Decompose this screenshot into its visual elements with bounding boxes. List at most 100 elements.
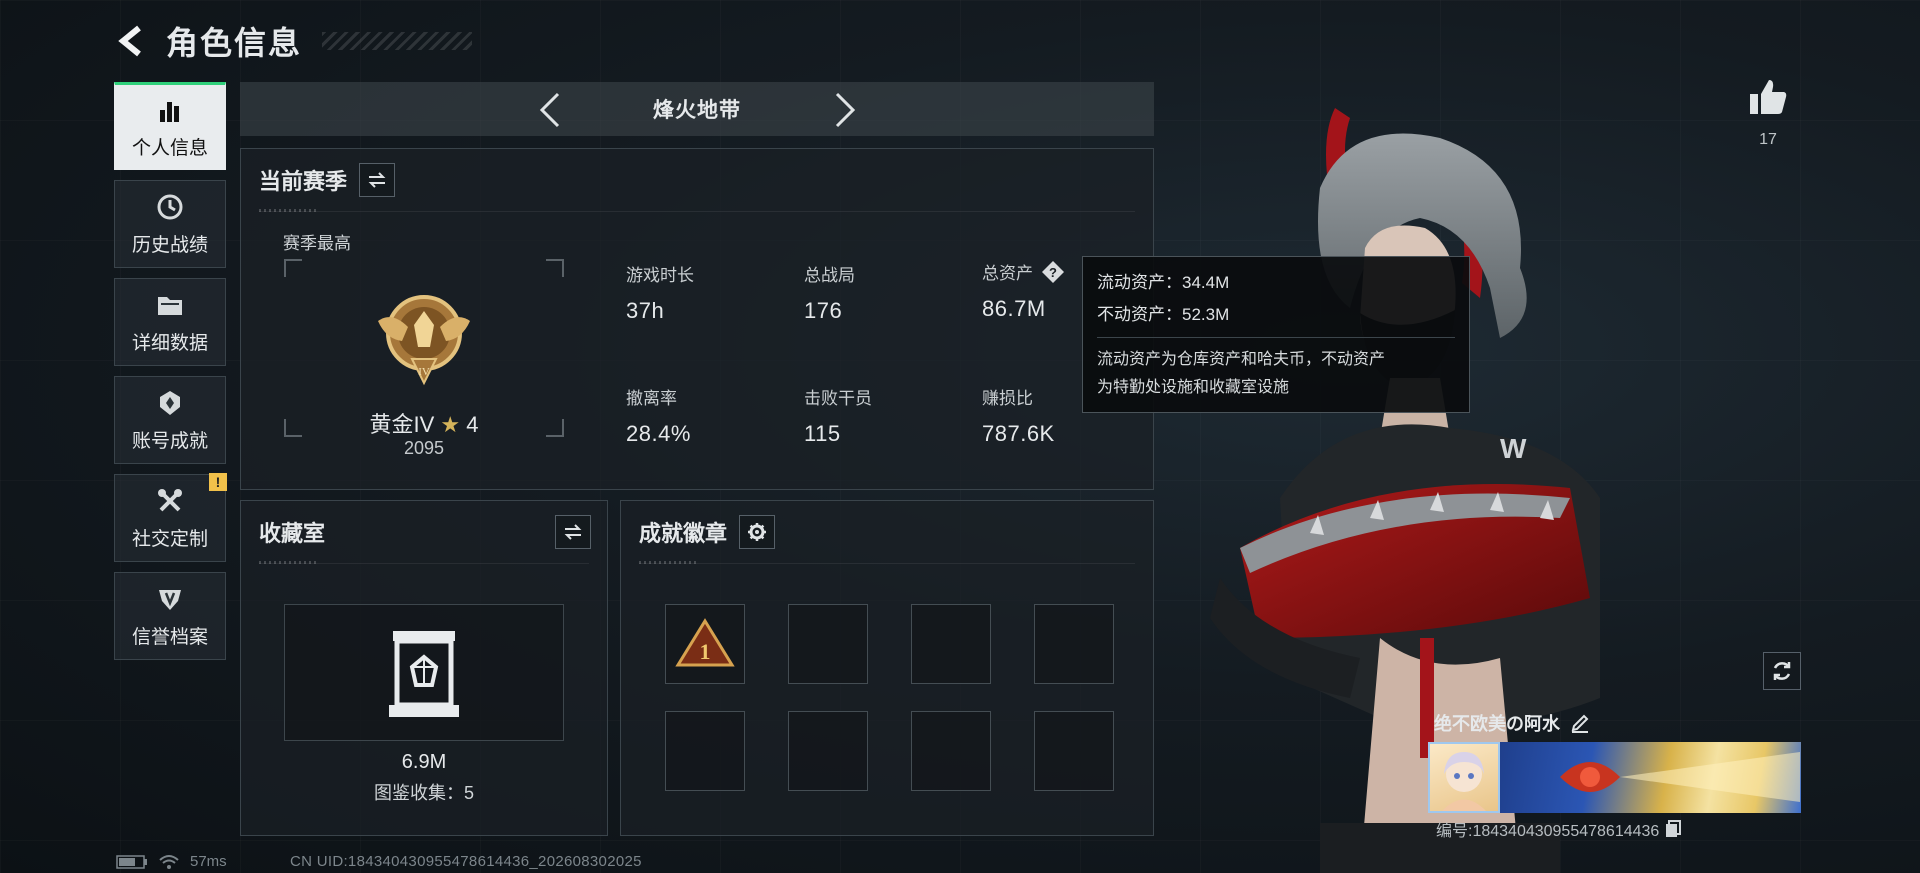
back-arrow-icon xyxy=(118,25,141,57)
sidebar-item-history[interactable]: 历史战绩 xyxy=(114,180,226,268)
rank-score: 2095 xyxy=(403,438,445,458)
fixed-assets: 不动资产：52.3M xyxy=(1097,305,1230,324)
stat-value: 86.7M xyxy=(982,296,1046,321)
like-count: 17 xyxy=(1759,131,1777,148)
stat-operators-defeated: 击败干员 115 xyxy=(804,384,872,447)
uid-text: CN UID:18434043095547861443​6_2026083020… xyxy=(290,853,642,870)
edit-icon[interactable] xyxy=(1570,713,1590,733)
badge-slot[interactable] xyxy=(1034,604,1114,684)
sidebar-item-label: 详细数据 xyxy=(131,332,208,354)
badge-slot[interactable] xyxy=(911,711,991,791)
tooltip-desc-line-2: 为特勤处设施和收藏室设施 xyxy=(1097,379,1290,396)
liquid-assets: 流动资产：34.4M xyxy=(1097,273,1230,292)
name-card-banner xyxy=(1500,742,1801,813)
swap-icon xyxy=(368,172,386,188)
stat-extract-rate: 撤离率 28.4% xyxy=(626,384,691,447)
stat-label: 击败干员 xyxy=(804,389,872,408)
sidebar-item-label: 历史战绩 xyxy=(131,234,208,256)
svg-text:W: W xyxy=(1500,433,1527,464)
stat-total-assets: 总资产 ? 86.7M xyxy=(982,259,1065,322)
svg-text:IV: IV xyxy=(418,366,430,378)
rank-stars: 4 xyxy=(466,412,479,437)
badge-slot[interactable] xyxy=(788,711,868,791)
badges-settings-button[interactable] xyxy=(739,515,776,549)
wifi-icon xyxy=(159,854,179,869)
mode-title: 烽火地带 xyxy=(653,99,741,122)
trophy-icon xyxy=(155,388,185,418)
player-name-row: 绝不欧美の阿水 xyxy=(1434,710,1590,736)
display-case-icon xyxy=(389,631,459,717)
refresh-icon xyxy=(1773,662,1791,680)
stat-play-time: 游戏时长 37h xyxy=(626,261,694,324)
badge-slot[interactable] xyxy=(1034,711,1114,791)
badge-slot[interactable] xyxy=(911,604,991,684)
name-card[interactable] xyxy=(1428,742,1801,813)
help-icon[interactable]: ? xyxy=(1041,260,1065,284)
page-header: 角色信息 xyxy=(112,18,473,64)
collection-title: 收藏室 xyxy=(259,521,326,546)
badge-text: 1 xyxy=(700,639,711,664)
tooltip-divider xyxy=(1097,337,1455,338)
stat-value: 787.6K xyxy=(982,421,1055,446)
mode-selector: 烽火地带 xyxy=(240,82,1154,136)
badges-panel: 成就徽章 1 xyxy=(620,500,1154,836)
badge-slot[interactable]: 1 xyxy=(665,604,745,684)
gear-icon xyxy=(748,523,767,541)
sidebar-item-social-custom[interactable]: ! 社交定制 xyxy=(114,473,227,562)
badges-title: 成就徽章 xyxy=(639,521,728,546)
tools-icon xyxy=(155,486,185,516)
chevron-left-icon xyxy=(539,92,560,128)
sidebar-item-label: 信誉档案 xyxy=(131,626,208,648)
badge-slot[interactable] xyxy=(665,711,745,791)
stat-label: 游戏时长 xyxy=(626,266,694,285)
badge-slot[interactable] xyxy=(788,604,868,684)
stat-label-row: 总资产 ? xyxy=(982,259,1065,284)
rank-name-row: 黄金IV ★ 4 xyxy=(284,407,564,439)
thumbs-up-icon[interactable] xyxy=(1748,78,1788,116)
avatar[interactable] xyxy=(1428,742,1500,813)
back-button[interactable] xyxy=(112,21,152,61)
season-best-label: 赛季最高 xyxy=(283,234,351,253)
shield-icon xyxy=(155,584,185,614)
refresh-button[interactable] xyxy=(1763,652,1801,690)
stat-label: 赚损比 xyxy=(982,389,1033,408)
star-icon: ★ xyxy=(440,412,461,437)
stat-label: 撤离率 xyxy=(626,389,677,408)
stat-profit-ratio: 赚损比 787.6K xyxy=(982,384,1055,447)
season-panel: 当前赛季 赛季最高 IV 黄金IV ★ 4 2095 游戏时长 37h 总战局 … xyxy=(240,148,1154,490)
sidebar-item-label: 社交定制 xyxy=(131,528,208,550)
assets-tooltip: 流动资产：34.4M 不动资产：52.3M 流动资产为仓库资产和哈夫币，不动资产… xyxy=(1082,256,1470,413)
tooltip-desc-line-1: 流动资产为仓库资产和哈夫币，不动资产 xyxy=(1097,351,1386,368)
stat-value: 115 xyxy=(804,421,841,446)
player-name: 绝不欧美の阿水 xyxy=(1434,714,1560,734)
collection-preview[interactable] xyxy=(284,604,564,741)
copy-icon[interactable] xyxy=(1665,820,1682,838)
rank-one-badge-icon: 1 xyxy=(675,618,735,667)
stat-total-matches: 总战局 176 xyxy=(804,261,855,324)
stat-label: 总资产 xyxy=(982,264,1033,283)
sidebar-item-achievements[interactable]: 账号成就 xyxy=(114,376,226,464)
sidebar-item-details[interactable]: 详细数据 xyxy=(114,278,226,366)
status-bar: 57ms xyxy=(116,853,227,870)
rank-name: 黄金IV xyxy=(369,412,435,437)
sidebar-item-personal-info[interactable]: 个人信息 xyxy=(114,82,226,170)
title-decoration xyxy=(322,32,473,50)
panel-divider xyxy=(259,209,1135,212)
season-switch-button[interactable] xyxy=(359,163,396,197)
collection-count: 图鉴收集：5 xyxy=(373,783,474,803)
chevron-right-icon xyxy=(835,92,856,128)
prev-mode-button[interactable] xyxy=(530,90,570,130)
bar-chart-icon xyxy=(155,95,185,125)
season-title: 当前赛季 xyxy=(259,169,348,194)
stat-value: 28.4% xyxy=(626,421,691,446)
page-title: 角色信息 xyxy=(166,25,303,61)
panel-divider xyxy=(639,561,1135,564)
sidebar-item-reputation[interactable]: 信誉档案 xyxy=(114,572,226,660)
battery-icon xyxy=(116,854,147,869)
next-mode-button[interactable] xyxy=(825,90,865,130)
stat-value: 37h xyxy=(626,298,665,323)
ping: 57ms xyxy=(190,853,227,870)
like-area: 17 xyxy=(1745,78,1791,149)
collection-switch-button[interactable] xyxy=(555,515,591,549)
player-id-row: 编号:18434043095547861443​6 xyxy=(1436,817,1682,841)
